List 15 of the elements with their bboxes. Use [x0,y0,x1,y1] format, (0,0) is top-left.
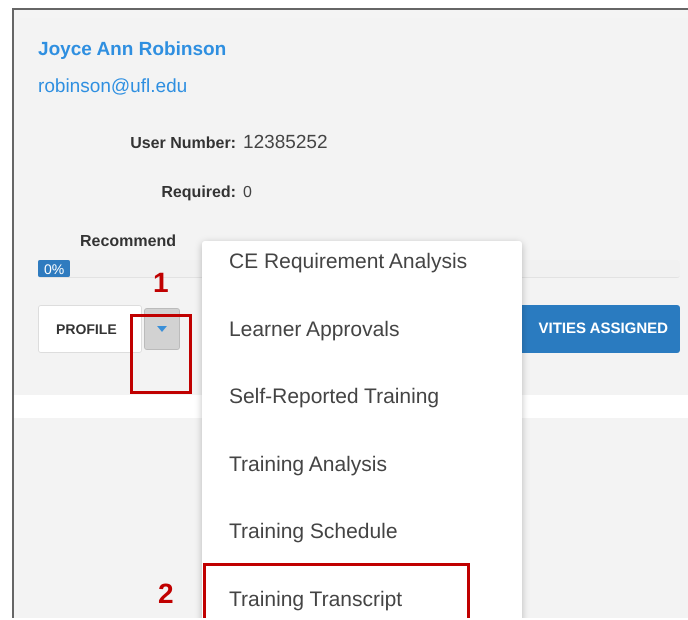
progress-label: 0% [38,260,70,277]
menu-item[interactable]: Training Schedule [202,513,522,580]
menu-item[interactable]: Self-Reported Training [202,378,522,446]
field-label: Required: [160,182,236,202]
field-value: 12385252 [243,131,328,156]
dropdown-toggle-button[interactable] [144,308,180,350]
annotation-number: 2 [158,579,174,609]
annotation-number: 1 [153,268,169,298]
menu-item[interactable]: Training Analysis [202,446,522,513]
field-label: Recommend [79,232,176,252]
caret-icon [157,326,167,332]
profile-button[interactable]: PROFILE [38,305,142,353]
field-value: 0 [243,182,252,202]
field-label: User Number: [129,134,236,154]
menu-item[interactable]: Training Transcript [202,580,522,618]
